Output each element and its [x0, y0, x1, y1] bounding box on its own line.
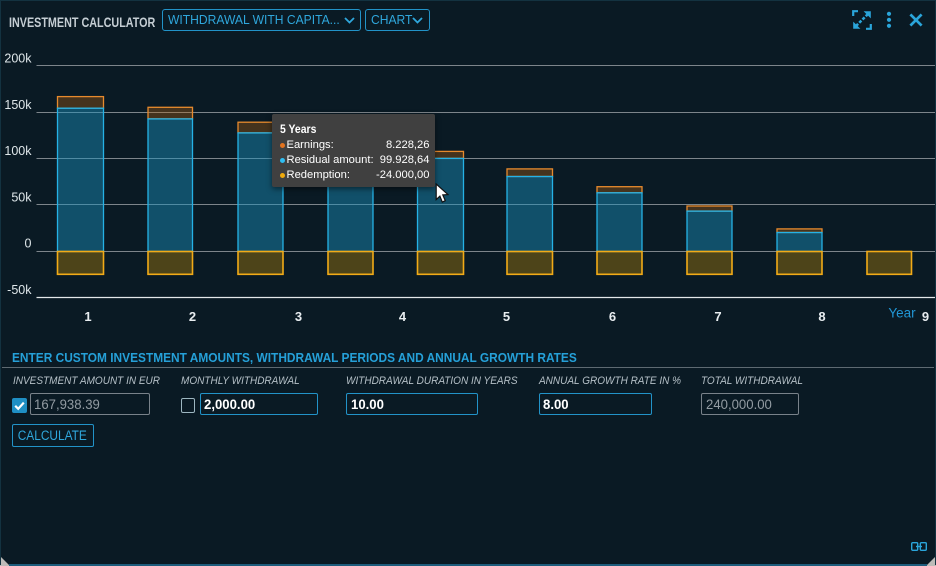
svg-text:3: 3 [295, 309, 302, 324]
svg-text:50k: 50k [11, 190, 32, 204]
svg-text:7: 7 [714, 309, 721, 324]
svg-text:Year: Year [888, 306, 916, 321]
svg-text:-50k: -50k [7, 283, 32, 297]
svg-text:9: 9 [922, 309, 929, 324]
svg-text:2: 2 [189, 309, 196, 324]
svg-text:0: 0 [25, 237, 32, 251]
svg-text:1: 1 [84, 309, 91, 324]
svg-text:150k: 150k [4, 98, 32, 112]
svg-text:200k: 200k [4, 52, 32, 66]
svg-text:6: 6 [609, 309, 616, 324]
svg-text:100k: 100k [4, 144, 32, 158]
svg-text:8: 8 [818, 309, 825, 324]
svg-text:4: 4 [399, 309, 407, 324]
svg-text:5: 5 [503, 309, 510, 324]
